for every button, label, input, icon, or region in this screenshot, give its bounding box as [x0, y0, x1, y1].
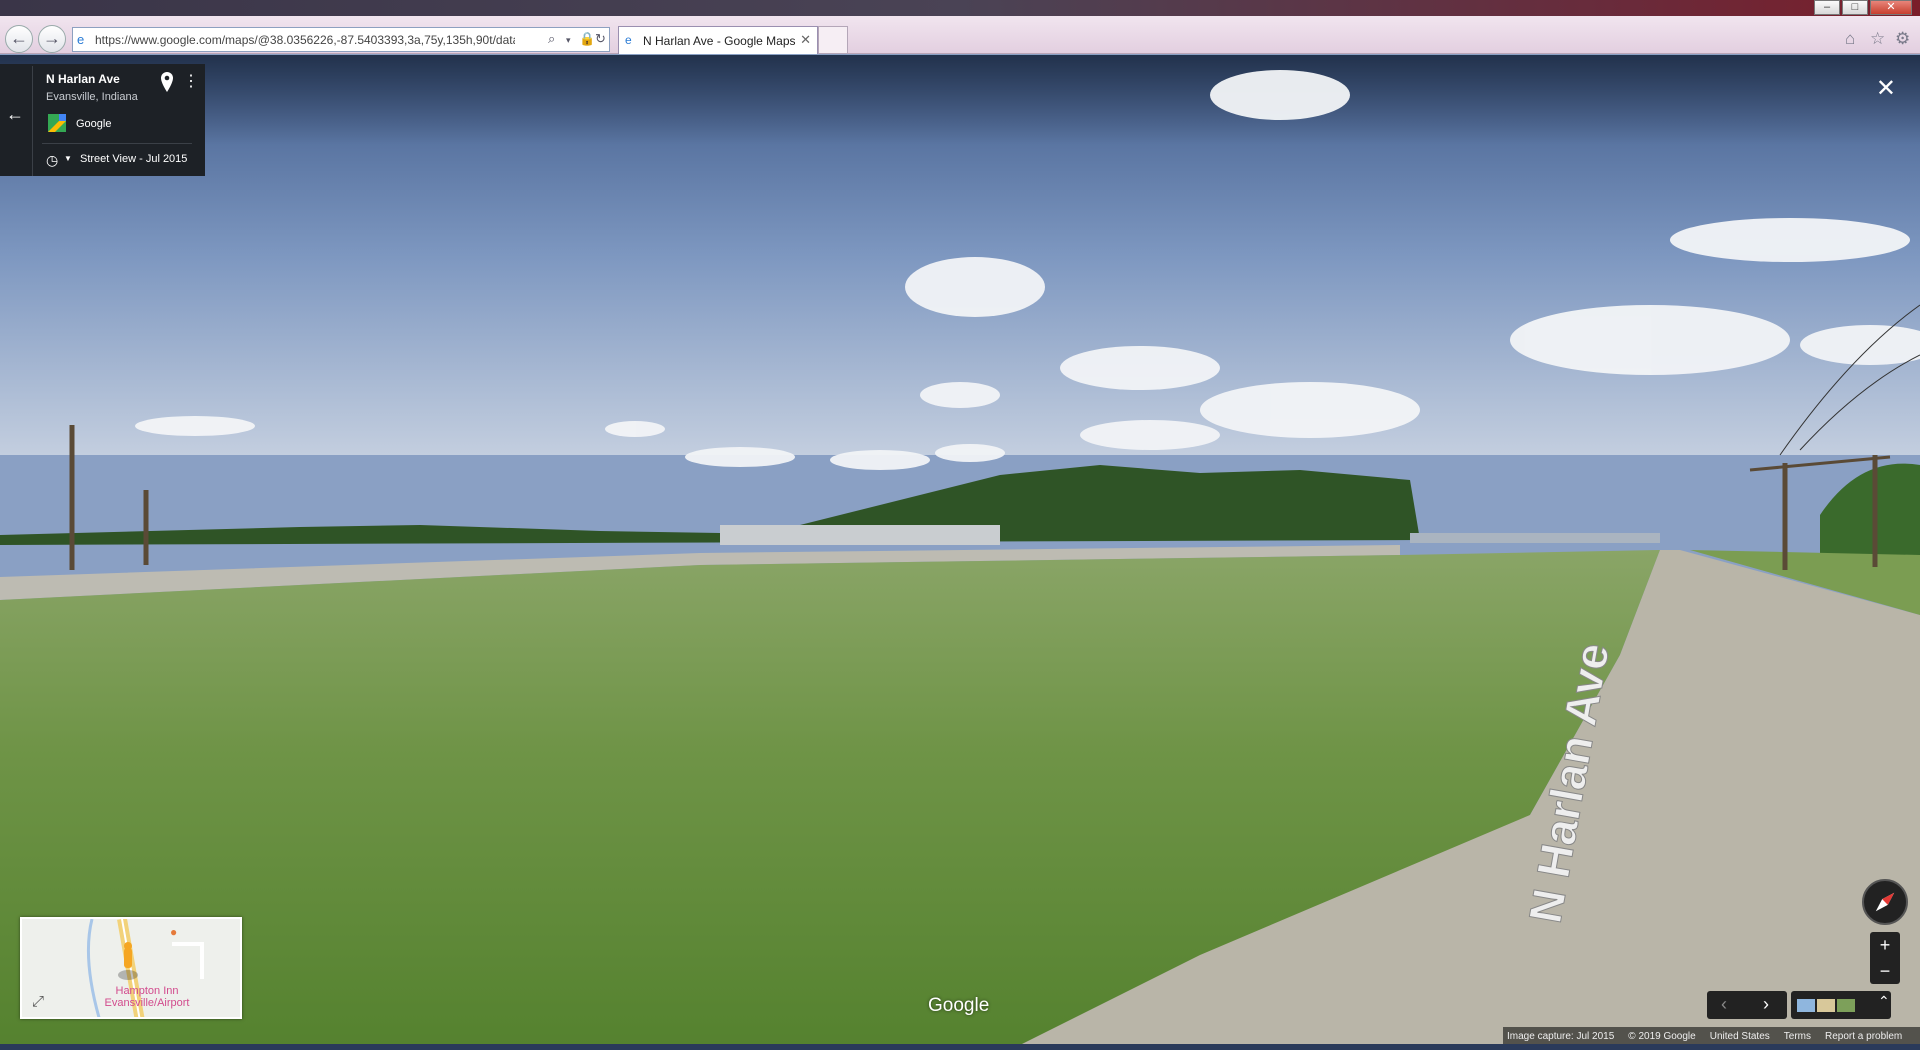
back-button[interactable]: ←	[5, 25, 33, 53]
more-options-icon[interactable]: ⋮	[183, 74, 199, 90]
street-view-panorama[interactable]: N Harlan Ave	[0, 55, 1920, 1045]
thumbnail-2[interactable]	[1817, 999, 1835, 1012]
back-to-map-icon[interactable]: ←	[6, 104, 24, 125]
image-capture-date: Image capture: Jul 2015	[1507, 1030, 1615, 1042]
thumbnail-3[interactable]	[1837, 999, 1855, 1012]
tree-right	[1820, 463, 1920, 555]
lock-icon: 🔒	[579, 31, 596, 46]
minimap[interactable]: ● Hampton Inn Evansville/Airport ⤢	[20, 917, 242, 1019]
url-text[interactable]: https://www.google.com/maps/@38.0356226,…	[95, 33, 515, 47]
caret-down-icon[interactable]: ▼	[64, 154, 72, 163]
address-bar[interactable]: e https://www.google.com/maps/@38.035622…	[72, 27, 610, 52]
new-tab-button[interactable]	[818, 26, 848, 54]
thumbnail-1[interactable]	[1797, 999, 1815, 1012]
forward-arrow-icon: →	[43, 28, 61, 48]
favorites-star-icon[interactable]: ☆	[1870, 29, 1885, 49]
tab-close-icon[interactable]: ✕	[800, 32, 811, 48]
ie-icon: e	[77, 32, 85, 47]
expand-map-icon[interactable]: ⤢	[32, 993, 44, 1010]
forward-button[interactable]: →	[38, 25, 66, 53]
compass-icon[interactable]	[1862, 879, 1908, 925]
map-pin-icon[interactable]	[160, 72, 174, 92]
browser-navbar: ← → e https://www.google.com/maps/@38.03…	[0, 16, 1920, 54]
google-watermark: Google	[928, 995, 990, 1016]
place-subtitle: Evansville, Indiana	[46, 91, 138, 103]
imagery-thumbnails	[1791, 991, 1891, 1019]
terms-link[interactable]: Terms	[1784, 1031, 1811, 1042]
card-divider	[42, 143, 192, 144]
search-icon[interactable]: ⌕	[548, 31, 555, 47]
buildings-far	[1410, 533, 1660, 543]
settings-gear-icon[interactable]: ⚙	[1895, 29, 1910, 49]
pegman-icon[interactable]	[117, 941, 139, 981]
attribution-bar: Image capture: Jul 2015 © 2019 Google Un…	[1503, 1027, 1920, 1045]
card-separator	[32, 66, 33, 176]
os-taskbar	[0, 1044, 1920, 1050]
imagery-source: Google	[76, 118, 112, 130]
dropdown-icon[interactable]: ▾	[566, 35, 571, 46]
home-icon[interactable]: ⌂	[1845, 29, 1855, 49]
close-street-view-icon[interactable]: ✕	[1876, 74, 1896, 103]
back-arrow-icon: ←	[10, 28, 28, 48]
window-titlebar: – □ ✕	[0, 0, 1920, 16]
close-window-button[interactable]: ✕	[1870, 0, 1912, 15]
next-icon[interactable]: ›	[1763, 994, 1769, 1015]
window-controls: – □ ✕	[1814, 0, 1912, 15]
history-clock-icon[interactable]: ◷	[46, 152, 58, 169]
expand-thumbnails-icon[interactable]: ⌃	[1878, 993, 1890, 1010]
restaurant-pin-icon: ●	[170, 925, 178, 939]
zoom-out-button[interactable]: −	[1870, 958, 1900, 984]
refresh-icon[interactable]: ↻	[595, 31, 606, 47]
treeline	[0, 465, 1420, 545]
google-maps-logo-icon	[48, 114, 66, 132]
top-shade	[0, 55, 1920, 145]
street-view-date[interactable]: Street View - Jul 2015	[80, 153, 187, 165]
tab-ie-icon: e	[625, 33, 632, 47]
country-link[interactable]: United States	[1710, 1031, 1770, 1042]
zoom-control: + −	[1870, 932, 1900, 984]
previous-icon[interactable]: ‹	[1721, 994, 1727, 1015]
place-name: N Harlan Ave	[46, 72, 120, 86]
maximize-button[interactable]: □	[1842, 0, 1868, 15]
copyright: © 2019 Google	[1628, 1030, 1696, 1042]
tab-title: N Harlan Ave - Google Maps	[643, 34, 796, 48]
report-problem-link[interactable]: Report a problem	[1825, 1031, 1902, 1042]
minimize-button[interactable]: –	[1814, 0, 1840, 15]
zoom-in-button[interactable]: +	[1870, 932, 1900, 958]
photo-pager: ‹ ›	[1707, 991, 1787, 1019]
poi-label: Hampton Inn Evansville/Airport	[104, 985, 190, 1009]
buildings	[720, 525, 1000, 545]
tab-google-maps[interactable]: e N Harlan Ave - Google Maps ✕	[618, 26, 818, 54]
screen: – □ ✕ ← → e https://www.google.com/maps/…	[0, 0, 1920, 1050]
